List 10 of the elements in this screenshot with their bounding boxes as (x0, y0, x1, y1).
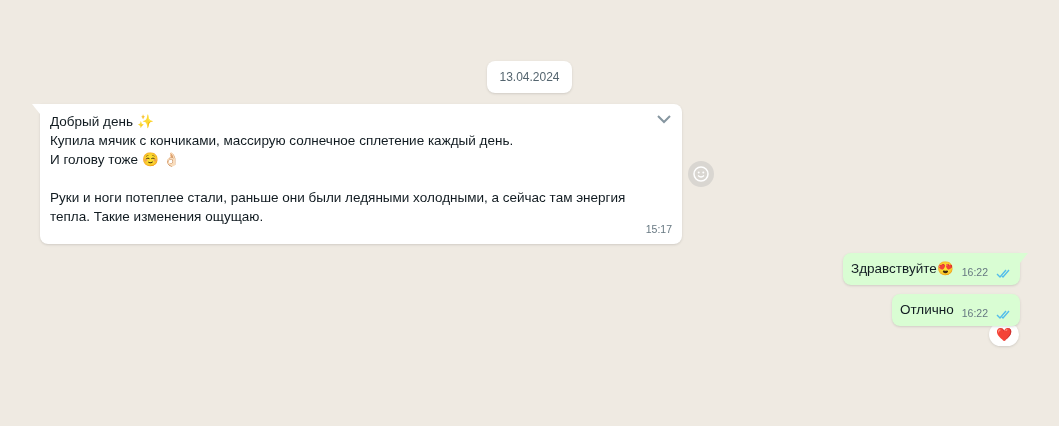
chevron-down-icon[interactable] (656, 114, 672, 124)
message-text: Здравствуйте😍 (851, 259, 954, 278)
message-time: 15:17 (645, 222, 672, 237)
double-check-icon (996, 267, 1012, 279)
double-check-icon (996, 308, 1012, 320)
message-text: Добрый день ✨ Купила мячик с кончиками, массирую солнечное сплетение каждый день. И голову тоже ☺ 👌🏻 Руки и ноги потеплее стали, раньше они были ледяными холодными, а сейчас там энергия тепла. Такие изменения ощущаю. (50, 113, 627, 226)
message-time: 16:22 (961, 305, 988, 320)
message-text: Отлично (899, 300, 954, 319)
date-chip: 13.04.2024 (487, 61, 572, 93)
message-time: 16:22 (961, 264, 988, 279)
